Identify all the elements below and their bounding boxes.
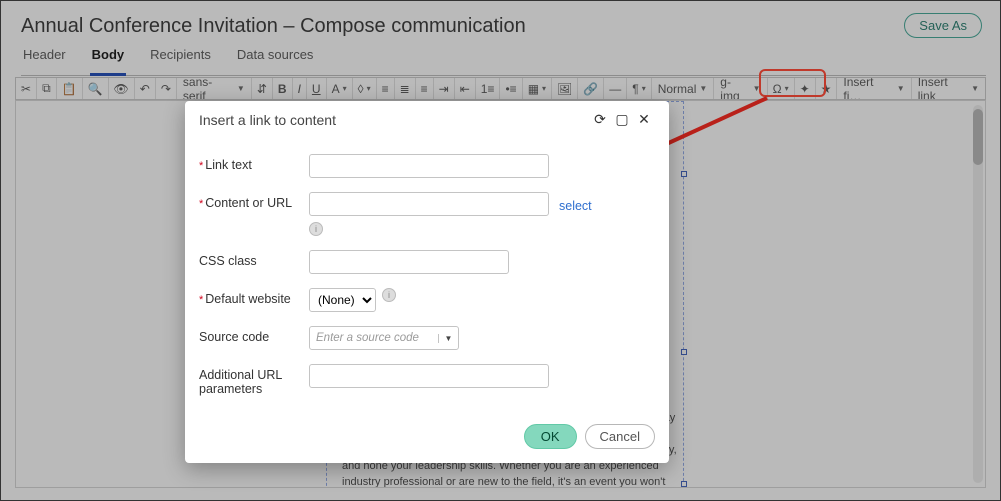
additional-url-params-input[interactable] — [309, 364, 549, 388]
tab-recipients[interactable]: Recipients — [148, 47, 213, 68]
star-icon[interactable]: ★ — [815, 78, 837, 99]
content-or-url-input[interactable] — [309, 192, 549, 216]
label-css-class: CSS class — [199, 250, 309, 268]
bold-icon[interactable]: B — [272, 78, 292, 99]
selection-handle[interactable] — [681, 171, 687, 177]
omega-icon[interactable]: Ω▾ — [767, 78, 794, 99]
label-source-code: Source code — [199, 326, 309, 344]
label-link-text: Link text — [199, 154, 309, 172]
redo-icon[interactable]: ↷ — [155, 78, 176, 99]
paste-icon[interactable]: 📋 — [56, 78, 82, 99]
link-text-input[interactable] — [309, 154, 549, 178]
source-code-placeholder: Enter a source code — [310, 332, 438, 344]
undo-icon[interactable]: ↶ — [134, 78, 155, 99]
editor-scrollbar[interactable] — [973, 105, 983, 483]
bullet-list-icon[interactable]: •≡ — [499, 78, 521, 99]
align-right-icon[interactable]: ≡ — [415, 78, 433, 99]
selection-handle[interactable] — [681, 349, 687, 355]
source-code-combo[interactable]: Enter a source code ▼ — [309, 326, 459, 350]
font-family-select[interactable]: sans-serif▼ — [176, 78, 251, 99]
insert-link-dropdown[interactable]: Insert link▼ — [911, 78, 985, 99]
close-icon[interactable]: ✕ — [633, 111, 655, 128]
chevron-down-icon[interactable]: ▼ — [438, 334, 458, 343]
align-center-icon[interactable]: ≣ — [394, 78, 415, 99]
rich-text-toolbar: ✂ ⧉ 📋 🔍 👁 ↶ ↷ sans-serif▼ ⇵ B I U A▾ ◊▾ … — [15, 77, 986, 100]
underline-icon[interactable]: U — [306, 78, 326, 99]
align-left-icon[interactable]: ≡ — [376, 78, 394, 99]
scrollbar-thumb[interactable] — [973, 109, 983, 165]
image-icon[interactable]: 🖼 — [551, 78, 577, 99]
tab-data-sources[interactable]: Data sources — [235, 47, 316, 68]
maximize-icon[interactable]: ▢ — [611, 111, 633, 128]
label-additional-url-params: Additional URL parameters — [199, 364, 309, 396]
ok-button[interactable]: OK — [524, 424, 577, 449]
tab-header[interactable]: Header — [21, 47, 68, 68]
save-as-button[interactable]: Save As — [904, 13, 982, 38]
outdent-icon[interactable]: ⇤ — [454, 78, 475, 99]
italic-icon[interactable]: I — [292, 78, 306, 99]
link-icon[interactable]: 🔗 — [577, 78, 603, 99]
gimg-select[interactable]: g-img▼ — [713, 78, 766, 99]
insert-link-modal: Insert a link to content ⟳ ▢ ✕ Link text… — [185, 101, 669, 463]
modal-title: Insert a link to content — [199, 112, 589, 128]
style-normal-select[interactable]: Normal▼ — [651, 78, 714, 99]
label-content-or-url: Content or URL — [199, 192, 309, 210]
tab-body[interactable]: Body — [90, 47, 127, 76]
select-content-link[interactable]: select — [559, 195, 592, 213]
table-icon[interactable]: ▦▾ — [522, 78, 551, 99]
numbered-list-icon[interactable]: 1≡ — [475, 78, 500, 99]
cut-icon[interactable]: ✂ — [16, 78, 36, 99]
insert-field-dropdown[interactable]: Insert fi…▼ — [836, 78, 910, 99]
find-icon[interactable]: 🔍 — [82, 78, 108, 99]
copy-icon[interactable]: ⧉ — [36, 78, 56, 99]
hr-icon[interactable]: — — [603, 78, 626, 99]
font-color-icon[interactable]: A▾ — [326, 78, 352, 99]
paragraph-icon[interactable]: ¶▾ — [626, 78, 650, 99]
css-class-input[interactable] — [309, 250, 509, 274]
refresh-icon[interactable]: ⟳ — [589, 111, 611, 128]
info-icon[interactable]: i — [382, 288, 396, 302]
tabs-bar: Header Body Recipients Data sources — [21, 47, 986, 76]
info-icon[interactable]: i — [309, 222, 323, 236]
highlight-icon[interactable]: ◊▾ — [352, 78, 376, 99]
wand-icon[interactable]: ✦ — [794, 78, 815, 99]
default-website-select[interactable]: (None) — [309, 288, 376, 312]
label-default-website: Default website — [199, 288, 309, 306]
font-size-icon[interactable]: ⇵ — [251, 78, 272, 99]
indent-icon[interactable]: ⇥ — [433, 78, 454, 99]
eye-icon[interactable]: 👁 — [108, 78, 134, 99]
page-title: Annual Conference Invitation – Compose c… — [21, 15, 526, 38]
cancel-button[interactable]: Cancel — [585, 424, 655, 449]
